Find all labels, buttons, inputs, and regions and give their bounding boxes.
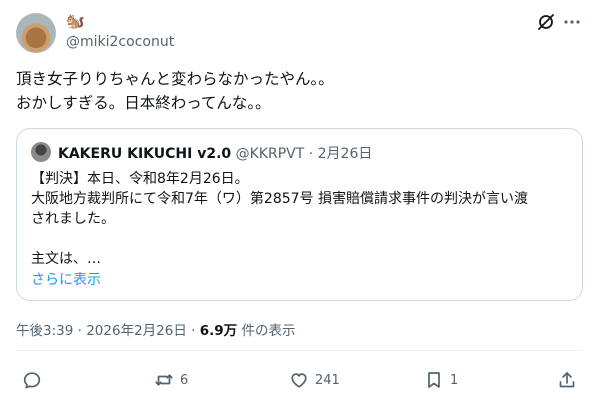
timestamp-separator: · [191, 323, 196, 339]
quoted-line: 主文は、… [31, 251, 101, 267]
quoted-line [31, 229, 571, 249]
tweet-time[interactable]: 午後3:39 [16, 323, 73, 339]
tweet-line: おかしすぎる。日本終わってんな。。 [16, 94, 271, 112]
repost-button[interactable]: 6 [154, 368, 188, 392]
like-count: 241 [315, 372, 340, 388]
action-divider [16, 350, 583, 351]
reply-button[interactable] [22, 368, 48, 392]
like-button[interactable]: 241 [289, 368, 340, 392]
heart-icon [291, 373, 307, 388]
tweet-line: 頂き女子りりちゃんと変わらなかったやん。。 [16, 70, 334, 88]
reply-icon [23, 372, 41, 389]
quoted-separator: · [308, 146, 314, 162]
repost-icon [155, 374, 173, 386]
author-display-name[interactable]: 🐿️ [66, 12, 85, 30]
share-button[interactable] [557, 368, 577, 392]
quoted-line: 大阪地方裁判所にて令和7年（ワ）第2857号 損害賠償請求事件の判決が言い渡 [31, 191, 528, 207]
tweet-text: 頂き女子りりちゃんと変わらなかったやん。。 おかしすぎる。日本終わってんな。。 [16, 67, 576, 115]
grok-icon[interactable] [536, 12, 556, 32]
views-label: 件の表示 [241, 323, 296, 339]
quoted-line: 【判決】本日、令和8年2月26日。 [31, 171, 249, 187]
bookmark-button[interactable]: 1 [424, 368, 458, 392]
quoted-tweet-card[interactable]: KAKERU KIKUCHI v2.0 @KKRPVT · 2月26日 【判決】… [16, 128, 583, 301]
tweet-date[interactable]: 2026年2月26日 [86, 323, 187, 339]
author-avatar[interactable] [16, 13, 56, 53]
author-handle[interactable]: @miki2coconut [66, 34, 174, 50]
timestamp-separator: · [77, 323, 82, 339]
tweet-timestamp: 午後3:39 · 2026年2月26日 · 6.9万 件の表示 [16, 319, 295, 339]
quoted-author-handle[interactable]: @KKRPVT [236, 146, 305, 162]
quoted-author-name[interactable]: KAKERU KIKUCHI v2.0 [58, 146, 231, 162]
quoted-tweet-text: 【判決】本日、令和8年2月26日。 大阪地方裁判所にて令和7年（ワ）第2857号… [31, 169, 571, 269]
quoted-author-avatar[interactable] [31, 142, 51, 162]
bookmark-icon [428, 372, 440, 388]
more-options-icon[interactable] [562, 12, 582, 32]
repost-count: 6 [180, 372, 189, 388]
bookmark-count: 1 [450, 372, 459, 388]
quoted-date[interactable]: 2月26日 [318, 146, 373, 162]
views-count[interactable]: 6.9万 [200, 323, 237, 339]
quoted-tweet-header: KAKERU KIKUCHI v2.0 @KKRPVT · 2月26日 [58, 143, 372, 163]
show-more-link[interactable]: さらに表示 [31, 269, 101, 289]
quoted-line: されました。 [31, 211, 115, 227]
share-icon [559, 372, 575, 388]
